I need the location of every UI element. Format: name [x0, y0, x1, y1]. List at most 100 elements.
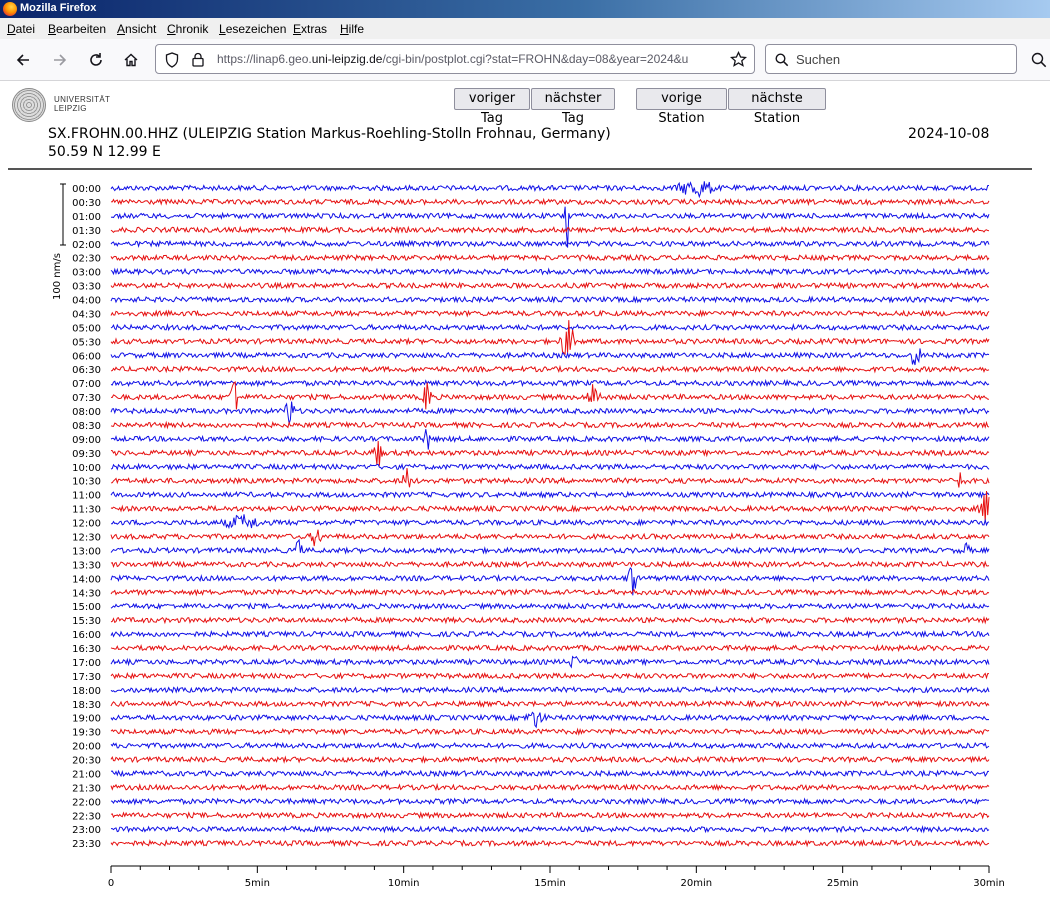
scale-bar	[60, 183, 66, 246]
trace-0500	[110, 323, 990, 332]
menu-hilfe[interactable]: Hilfe	[340, 22, 364, 36]
home-button[interactable]	[118, 47, 144, 73]
trace-1700	[110, 655, 990, 669]
row-label-0930: 09:30	[72, 449, 101, 460]
trace-0130	[110, 225, 990, 235]
row-label-1930: 19:30	[72, 728, 101, 739]
search-bar[interactable]: Suchen	[765, 44, 1017, 74]
forward-button[interactable]	[47, 47, 73, 73]
trace-2200	[110, 797, 990, 806]
trace-1230	[110, 529, 990, 547]
lock-icon[interactable]	[192, 52, 204, 67]
window-title: Mozilla Firefox	[20, 2, 97, 14]
row-label-0600: 06:00	[72, 351, 101, 362]
trace-1600	[110, 629, 990, 639]
menu-datei[interactable]: Datei	[7, 22, 35, 36]
trace-2230	[110, 811, 990, 820]
row-label-2200: 22:00	[72, 797, 101, 808]
back-button[interactable]	[10, 47, 36, 73]
row-label-1600: 16:00	[72, 630, 101, 641]
search-overflow-button[interactable]	[1026, 47, 1050, 73]
url-domain: uni-leipzig.de	[311, 52, 383, 66]
trace-2300	[111, 824, 990, 834]
menu-chronik[interactable]: Chronik	[167, 22, 208, 36]
shield-icon[interactable]	[165, 52, 179, 68]
row-label-1500: 15:00	[72, 602, 101, 613]
x-tick-label: 0	[108, 878, 114, 889]
row-label-2000: 20:00	[72, 742, 101, 753]
row-label-0430: 04:30	[72, 309, 101, 320]
trace-1530	[110, 615, 990, 625]
row-label-0130: 01:30	[72, 226, 101, 237]
trace-1900	[110, 711, 990, 729]
row-label-0900: 09:00	[72, 435, 101, 446]
row-label-2100: 21:00	[72, 769, 101, 780]
trace-1730	[110, 671, 989, 681]
menu-ansicht[interactable]: Ansicht	[117, 22, 156, 36]
trace-0200	[110, 239, 990, 248]
trace-1030	[110, 467, 990, 488]
trace-0400	[110, 295, 990, 304]
trace-0830	[110, 420, 990, 430]
row-label-1830: 18:30	[72, 700, 101, 711]
x-tick-label: 25min	[827, 878, 859, 889]
menu-bearbeiten[interactable]: Bearbeiten	[48, 22, 106, 36]
trace-0030	[110, 197, 990, 207]
reload-button[interactable]	[83, 47, 109, 73]
row-label-0300: 03:00	[72, 268, 101, 279]
x-tick-label: 5min	[245, 878, 270, 889]
row-label-1100: 11:00	[72, 491, 101, 502]
x-tick-label: 10min	[388, 878, 420, 889]
trace-2330	[110, 839, 990, 848]
station-coordinates: 50.59 N 12.99 E	[48, 144, 161, 160]
next-day-button[interactable]: nächster Tag	[531, 88, 615, 126]
seismogram-plot: 100 nm/s00:0000:3001:0001:3002:0002:3003…	[52, 181, 1005, 889]
row-label-1200: 12:00	[72, 519, 101, 530]
trace-0900	[110, 429, 990, 450]
trace-0800	[110, 401, 990, 424]
row-label-0200: 02:00	[72, 240, 101, 251]
previous-day-button[interactable]: voriger Tag	[454, 88, 530, 126]
row-label-1630: 16:30	[72, 644, 101, 655]
search-icon	[775, 53, 789, 67]
trace-0000	[110, 181, 990, 199]
trace-1830	[110, 699, 990, 709]
university-seal-icon	[12, 88, 46, 122]
trace-0230	[110, 253, 990, 262]
next-station-button[interactable]: nächste Station	[728, 88, 826, 126]
row-label-0830: 08:30	[72, 421, 101, 432]
url-text[interactable]: https://linap6.geo.uni-leipzig.de/cgi-bi…	[217, 52, 722, 66]
menu-extras[interactable]: Extras	[293, 22, 327, 36]
url-prefix: https://linap6.geo.	[217, 52, 312, 66]
trace-0530	[110, 320, 990, 356]
trace-1500	[110, 601, 990, 611]
row-label-0400: 04:00	[72, 296, 101, 307]
row-label-2300: 23:00	[72, 825, 101, 836]
row-label-0700: 07:00	[72, 379, 101, 390]
trace-1630	[110, 643, 990, 653]
row-label-0000: 00:00	[72, 184, 101, 195]
window-title-bar: Mozilla Firefox	[0, 0, 1050, 18]
row-label-0630: 06:30	[72, 365, 101, 376]
search-icon	[1031, 52, 1047, 68]
trace-0430	[110, 309, 990, 318]
row-label-1300: 13:00	[72, 546, 101, 557]
menu-lesezeichen[interactable]: Lesezeichen	[219, 22, 286, 36]
x-tick-label: 20min	[681, 878, 713, 889]
x-tick-label: 15min	[534, 878, 566, 889]
row-label-0800: 08:00	[72, 407, 101, 418]
trace-1100	[110, 490, 990, 499]
university-logo-text: UNIVERSITÄT LEIPZIG	[54, 95, 110, 113]
reload-icon	[90, 53, 102, 66]
previous-station-button[interactable]: vorige Station	[636, 88, 727, 126]
trace-2100	[110, 769, 989, 778]
trace-1800	[110, 685, 990, 694]
row-label-0530: 05:30	[72, 337, 101, 348]
trace-0600	[110, 348, 990, 366]
bookmark-star-icon[interactable]	[730, 51, 747, 68]
trace-1200	[111, 514, 990, 530]
url-bar[interactable]: https://linap6.geo.uni-leipzig.de/cgi-bi…	[155, 44, 755, 74]
trace-2030	[110, 755, 990, 764]
trace-1300	[110, 538, 990, 555]
trace-0300	[110, 267, 990, 276]
